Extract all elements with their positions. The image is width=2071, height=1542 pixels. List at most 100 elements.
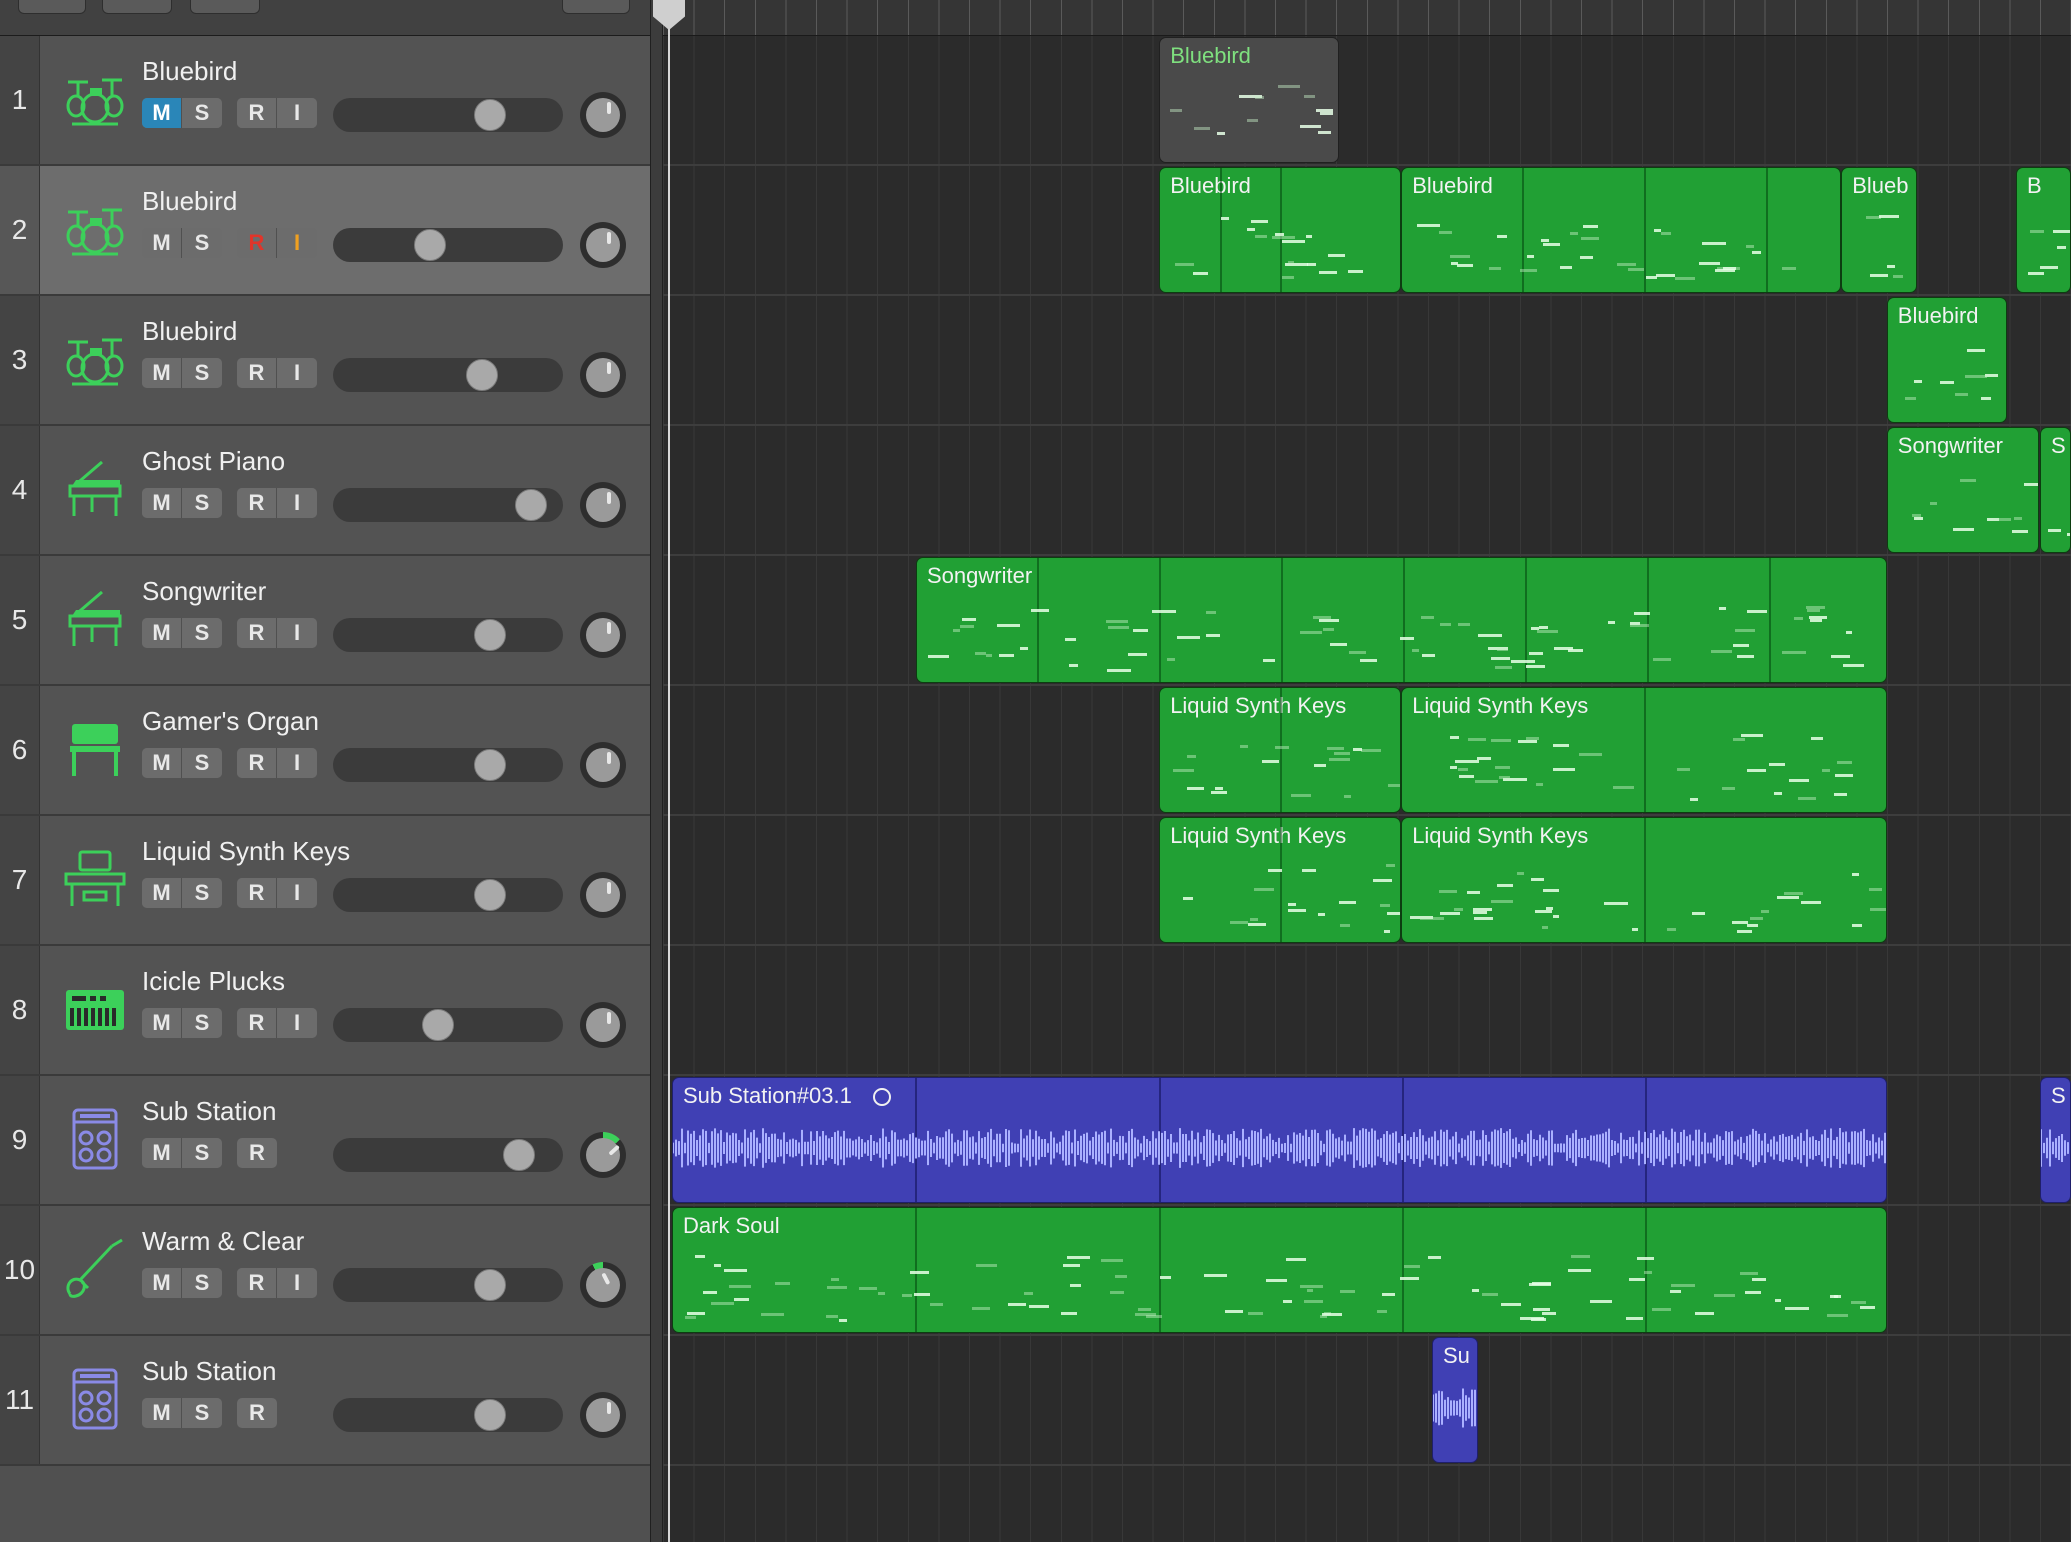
volume-slider-thumb[interactable] xyxy=(422,1009,455,1041)
pan-knob[interactable] xyxy=(580,1262,626,1308)
midi-region[interactable]: Dark Soul xyxy=(672,1207,1887,1333)
midi-region[interactable]: Blueb xyxy=(1841,167,1918,293)
track-header[interactable]: 11 Sub Station M S R xyxy=(0,1336,650,1466)
arrangement-area[interactable]: Bluebird Bluebird Bluebird Blueb B Bluebird So… xyxy=(663,36,2071,1542)
midi-region[interactable]: Bluebird xyxy=(1401,167,1842,293)
track-header[interactable]: 8 Icicle Plucks M S R I xyxy=(0,946,650,1076)
volume-slider-thumb[interactable] xyxy=(473,749,506,781)
input-monitor-button[interactable]: I xyxy=(277,1008,317,1038)
midi-region[interactable]: Liquid Synth Keys xyxy=(1159,687,1402,813)
volume-slider-thumb[interactable] xyxy=(473,1269,506,1301)
amp-cabinet-icon[interactable] xyxy=(62,1366,128,1432)
track-name[interactable]: Warm & Clear xyxy=(142,1226,304,1257)
track-header[interactable]: 10 Warm & Clear M S R I xyxy=(0,1206,650,1336)
pan-knob[interactable] xyxy=(580,872,626,918)
solo-button[interactable]: S xyxy=(182,1008,222,1038)
track-name[interactable]: Songwriter xyxy=(142,576,266,607)
volume-slider[interactable] xyxy=(333,488,563,522)
grand-piano-icon[interactable] xyxy=(62,456,128,522)
duplicate-track-button[interactable] xyxy=(102,0,172,14)
track-header[interactable]: 3 Bluebird M S R I xyxy=(0,296,650,426)
midi-region[interactable]: Bluebird xyxy=(1886,297,2007,423)
mute-button[interactable]: M xyxy=(142,98,182,128)
volume-slider[interactable] xyxy=(333,1268,563,1302)
record-enable-button[interactable]: R xyxy=(237,748,277,778)
record-enable-button[interactable]: R xyxy=(237,1268,277,1298)
audio-region[interactable]: Su xyxy=(1432,1337,1478,1463)
mute-button[interactable]: M xyxy=(142,1398,182,1428)
mute-button[interactable]: M xyxy=(142,358,182,388)
track-name[interactable]: Liquid Synth Keys xyxy=(142,836,350,867)
volume-slider[interactable] xyxy=(333,1398,563,1432)
pan-knob[interactable] xyxy=(580,1392,626,1438)
volume-slider-thumb[interactable] xyxy=(503,1139,536,1171)
input-monitor-button[interactable]: I xyxy=(277,748,317,778)
track-name[interactable]: Bluebird xyxy=(142,56,237,87)
track-header[interactable]: 4 Ghost Piano M S R I xyxy=(0,426,650,556)
midi-region[interactable]: Liquid Synth Keys xyxy=(1401,687,1887,813)
solo-button[interactable]: S xyxy=(182,1138,222,1168)
input-monitor-button[interactable]: I xyxy=(277,618,317,648)
mute-button[interactable]: M xyxy=(142,488,182,518)
track-name[interactable]: Bluebird xyxy=(142,186,237,217)
drum-kit-icon[interactable] xyxy=(62,196,128,262)
solo-button[interactable]: S xyxy=(182,1398,222,1428)
track-header[interactable]: 9 Sub Station M S R xyxy=(0,1076,650,1206)
solo-button[interactable]: S xyxy=(182,358,222,388)
track-header[interactable]: 6 Gamer's Organ M S R I xyxy=(0,686,650,816)
mute-button[interactable]: M xyxy=(142,618,182,648)
mute-button[interactable]: M xyxy=(142,1268,182,1298)
solo-button[interactable]: S xyxy=(182,488,222,518)
solo-button[interactable]: S xyxy=(182,878,222,908)
input-monitor-button[interactable]: I xyxy=(277,1268,317,1298)
midi-region[interactable]: Songwriter xyxy=(916,557,1887,683)
midi-region[interactable]: Liquid Synth Keys xyxy=(1159,817,1402,943)
track-header[interactable]: 7 Liquid Synth Keys M S R I xyxy=(0,816,650,946)
track-name[interactable]: Gamer's Organ xyxy=(142,706,319,737)
mute-button[interactable]: M xyxy=(142,748,182,778)
add-track-button[interactable] xyxy=(18,0,86,14)
drum-kit-icon[interactable] xyxy=(62,326,128,392)
midi-region[interactable]: B xyxy=(2016,167,2071,293)
mute-button[interactable]: M xyxy=(142,878,182,908)
grand-piano-icon[interactable] xyxy=(62,586,128,652)
track-name[interactable]: Sub Station xyxy=(142,1096,276,1127)
pan-knob[interactable] xyxy=(580,1132,626,1178)
volume-slider[interactable] xyxy=(333,98,563,132)
record-enable-button[interactable]: R xyxy=(237,618,277,648)
solo-button[interactable]: S xyxy=(182,618,222,648)
solo-button[interactable]: S xyxy=(182,1268,222,1298)
volume-slider-thumb[interactable] xyxy=(473,99,506,131)
volume-slider-thumb[interactable] xyxy=(515,489,548,521)
pane-divider[interactable] xyxy=(650,0,663,1542)
track-header[interactable]: 1 Bluebird M S R I xyxy=(0,36,650,166)
volume-slider[interactable] xyxy=(333,878,563,912)
refresh-button[interactable] xyxy=(190,0,260,14)
track-name[interactable]: Icicle Plucks xyxy=(142,966,285,997)
pan-knob[interactable] xyxy=(580,222,626,268)
solo-button[interactable]: S xyxy=(182,98,222,128)
midi-region[interactable]: S xyxy=(2040,427,2071,553)
input-monitor-button[interactable]: I xyxy=(277,228,317,258)
drum-kit-icon[interactable] xyxy=(62,66,128,132)
volume-slider-thumb[interactable] xyxy=(473,879,506,911)
mute-button[interactable]: M xyxy=(142,1138,182,1168)
pan-knob[interactable] xyxy=(580,742,626,788)
synth-workstation-icon[interactable] xyxy=(62,846,128,912)
volume-slider-thumb[interactable] xyxy=(473,1399,506,1431)
midi-region[interactable]: Liquid Synth Keys xyxy=(1401,817,1887,943)
pan-knob[interactable] xyxy=(580,482,626,528)
midi-region[interactable]: Bluebird xyxy=(1159,167,1402,293)
audio-region[interactable]: S xyxy=(2040,1077,2071,1203)
input-monitor-button[interactable]: I xyxy=(277,98,317,128)
input-monitor-button[interactable]: I xyxy=(277,358,317,388)
pan-knob[interactable] xyxy=(580,92,626,138)
pan-knob[interactable] xyxy=(580,1002,626,1048)
bass-guitar-icon[interactable] xyxy=(62,1236,128,1302)
volume-slider-thumb[interactable] xyxy=(414,229,447,261)
volume-slider-thumb[interactable] xyxy=(465,359,498,391)
track-header[interactable]: 5 Songwriter M S R I xyxy=(0,556,650,686)
volume-slider[interactable] xyxy=(333,1138,563,1172)
mute-button[interactable]: M xyxy=(142,228,182,258)
amp-cabinet-icon[interactable] xyxy=(62,1106,128,1172)
